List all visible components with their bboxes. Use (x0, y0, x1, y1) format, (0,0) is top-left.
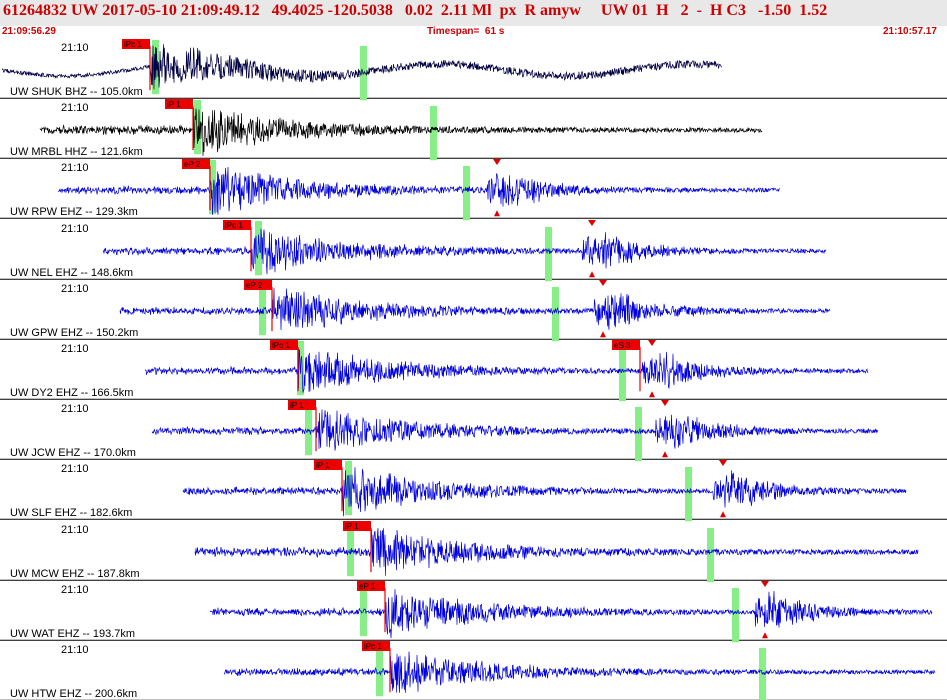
phase-window (732, 588, 739, 643)
p-pick-label: iPc 1 (124, 40, 142, 49)
waveform (223, 651, 936, 693)
waveform (39, 108, 763, 156)
trace-time-label: 21:10 (61, 343, 89, 355)
p-pick-label: eP 2 (184, 160, 201, 169)
p-pick-label: iP 1 (316, 461, 330, 470)
station-label: UW NEL EHZ -- 148.6km (10, 267, 133, 279)
waveform (119, 288, 831, 330)
trace-time-label: 21:10 (61, 403, 89, 415)
amp-marker-up[interactable] (649, 391, 655, 398)
phase-window (430, 106, 437, 161)
amp-marker-up[interactable] (720, 511, 726, 518)
p-pick-label: iPc 1 (272, 341, 290, 350)
waveform (144, 348, 869, 393)
trace-row[interactable]: eP 1 21:10 UW WAT EHZ -- 193.7km (0, 581, 947, 643)
phase-window (463, 166, 470, 221)
waveform (102, 228, 827, 275)
station-label: UW GPW EHZ -- 150.2km (10, 327, 138, 339)
phase-window (685, 467, 692, 522)
waveform (209, 589, 933, 639)
trace-row[interactable]: iPc 1 eS 3 21:10 UW DY2 EHZ -- 166.5km (0, 340, 947, 402)
phase-window (552, 287, 559, 342)
amp-marker-down[interactable] (599, 280, 607, 286)
waveform (194, 528, 919, 576)
station-label: UW SHUK BHZ -- 105.0km (10, 86, 143, 98)
amp-marker-down[interactable] (493, 159, 501, 165)
amp-marker-up[interactable] (589, 271, 595, 278)
phase-window (619, 347, 626, 402)
station-label: UW HTW EHZ -- 200.6km (10, 688, 137, 700)
end-time-label: 21:10:57.17 (883, 26, 937, 37)
trace-time-label: 21:10 (61, 524, 89, 536)
trace-time-label: 21:10 (61, 644, 89, 656)
trace-row[interactable]: iPc 1 21:10 UW HTW EHZ -- 200.6km (0, 641, 947, 700)
seismogram-panel[interactable]: iPc 1 21:10 UW SHUK BHZ -- 105.0km iP 1 21:1… (0, 38, 947, 700)
trace-time-label: 21:10 (61, 463, 89, 475)
trace-row[interactable]: iP 1 21:10 UW SLF EHZ -- 182.6km (0, 460, 947, 522)
trace-row[interactable]: iP 1 21:10 UW MCW EHZ -- 187.8km (0, 521, 947, 583)
trace-time-label: 21:10 (61, 42, 89, 54)
amp-marker-up[interactable] (600, 331, 606, 338)
trace-time-label: 21:10 (61, 102, 89, 114)
phase-window (707, 528, 714, 583)
station-label: UW WAT EHZ -- 193.7km (10, 628, 135, 640)
amp-marker-up[interactable] (494, 210, 500, 217)
amp-marker-down[interactable] (648, 340, 656, 346)
p-pick-label: iP 1 (345, 522, 359, 531)
trace-time-label: 21:10 (61, 584, 89, 596)
timespan-label: Timespan= 61 s (427, 26, 505, 37)
waveform (182, 467, 907, 517)
s-pick-label: eS 3 (614, 341, 631, 350)
p-pick-label: eP 1 (359, 582, 376, 591)
trace-row[interactable]: iPc 1 21:10 UW NEL EHZ -- 148.6km (0, 220, 947, 282)
amp-marker-up[interactable] (762, 632, 768, 639)
waveform (57, 166, 780, 215)
station-label: UW SLF EHZ -- 182.6km (10, 507, 132, 519)
station-label: UW MRBL HHZ -- 121.6km (10, 146, 143, 158)
start-time-label: 21:09:56.29 (2, 26, 56, 37)
trace-row[interactable]: iP 1 21:10 UW JCW EHZ -- 170.0km (0, 400, 947, 462)
p-pick-label: iPc 1 (225, 221, 243, 230)
trace-row[interactable]: iP 1 21:10 UW MRBL HHZ -- 121.6km (0, 99, 947, 161)
time-range-bar: 21:09:56.29 Timespan= 61 s 21:10:57.17 (0, 26, 947, 38)
amp-marker-down[interactable] (761, 581, 769, 587)
p-pick-label: eP 2 (246, 281, 263, 290)
amp-marker-up[interactable] (662, 451, 668, 458)
trace-time-label: 21:10 (61, 283, 89, 295)
trace-time-label: 21:10 (61, 223, 89, 235)
station-label: UW JCW EHZ -- 170.0km (10, 447, 136, 459)
p-pick-label: iPc 1 (364, 642, 382, 651)
event-summary-title: 61264832 UW 2017-05-10 21:09:49.12 49.40… (3, 2, 828, 19)
trace-time-label: 21:10 (61, 162, 89, 174)
station-label: UW DY2 EHZ -- 166.5km (10, 387, 133, 399)
event-header-bar: 61264832 UW 2017-05-10 21:09:49.12 49.40… (0, 0, 947, 26)
trace-row[interactable]: iPc 1 21:10 UW SHUK BHZ -- 105.0km (0, 39, 947, 101)
amp-marker-down[interactable] (661, 400, 669, 406)
station-label: UW MCW EHZ -- 187.8km (10, 568, 140, 580)
phase-window (545, 227, 552, 282)
waveform (151, 409, 879, 451)
amp-marker-down[interactable] (588, 220, 596, 226)
station-label: UW RPW EHZ -- 129.3km (10, 206, 138, 218)
p-pick-label: iP 1 (167, 100, 181, 109)
amp-marker-down[interactable] (719, 460, 727, 466)
trace-row[interactable]: eP 2 21:10 UW GPW EHZ -- 150.2km (0, 280, 947, 342)
p-pick-label: iP 1 (290, 401, 304, 410)
trace-row[interactable]: eP 2 21:10 UW RPW EHZ -- 129.3km (0, 159, 947, 221)
